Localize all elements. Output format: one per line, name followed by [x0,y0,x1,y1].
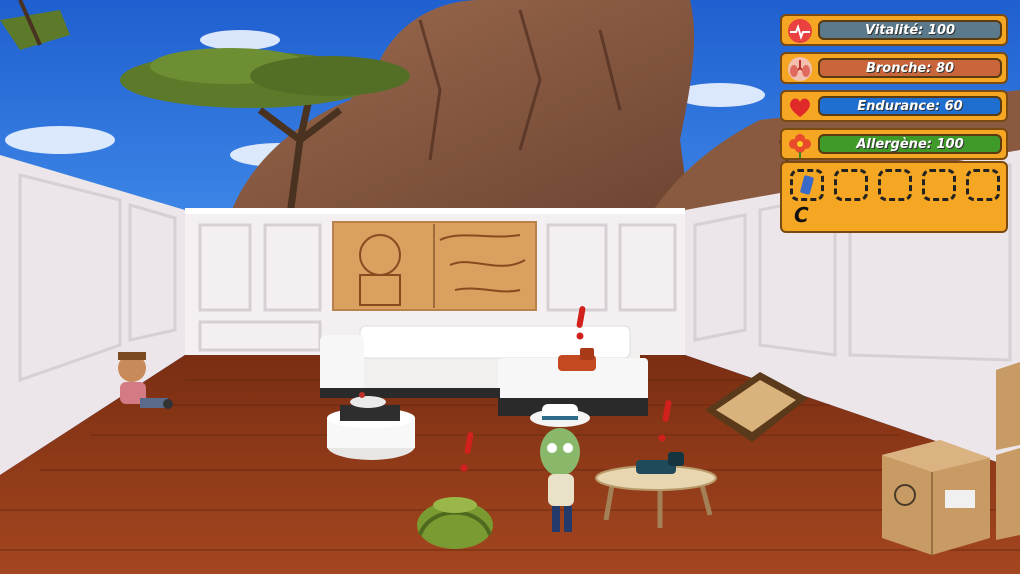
flower-icon [789,134,811,158]
allergen-stat: Allergène: 100 [780,128,1008,160]
heart-icon [790,98,810,117]
bronche-label: Bronche: 80 [865,60,955,76]
wall-painting [332,221,537,311]
wall-top-rail [185,208,685,214]
inventory-slot-1[interactable] [790,169,824,201]
heart-pulse-icon [788,19,812,43]
inventory-panel: C [780,161,1008,233]
endurance-bar: Endurance: 60 [818,96,1002,116]
inventory-slot-2[interactable] [834,169,868,201]
endurance-label: Endurance: 60 [857,98,963,114]
allergen-label: Allergène: 100 [856,136,964,152]
vitality-bar: Vitalité: 100 [818,20,1002,40]
endurance-stat: Endurance: 60 [780,90,1008,122]
game-scene [0,0,1020,574]
inhaler-icon [800,175,814,195]
allergen-bar: Allergène: 100 [818,134,1002,154]
lungs-icon [788,57,812,81]
vitality-label: Vitalité: 100 [864,22,956,38]
vitality-stat: Vitalité: 100 [780,14,1008,46]
inventory-slot-3[interactable] [878,169,912,201]
inventory-slot-4[interactable] [922,169,956,201]
bronche-stat: Bronche: 80 [780,52,1008,84]
bronche-bar: Bronche: 80 [818,58,1002,78]
inventory-letter: C [794,203,809,227]
inventory-slot-5[interactable] [966,169,1000,201]
